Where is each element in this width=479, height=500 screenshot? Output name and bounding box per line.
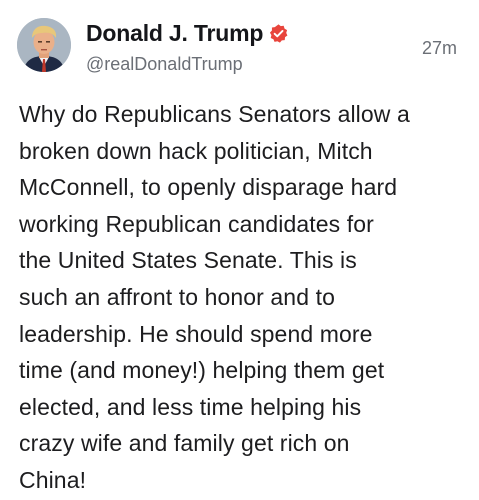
author-name-row[interactable]: Donald J. Trump [86, 20, 289, 47]
avatar[interactable] [17, 18, 71, 72]
post-text: Why do Republicans Senators allow a brok… [19, 101, 410, 493]
post-timestamp[interactable]: 27m [422, 38, 457, 59]
author-display-name[interactable]: Donald J. Trump [86, 20, 263, 46]
avatar-image [17, 18, 71, 72]
post-card: Donald J. Trump @realDonaldTrump 27m Why… [0, 0, 479, 500]
author-handle[interactable]: @realDonaldTrump [86, 54, 243, 75]
verified-badge-icon [270, 24, 288, 43]
